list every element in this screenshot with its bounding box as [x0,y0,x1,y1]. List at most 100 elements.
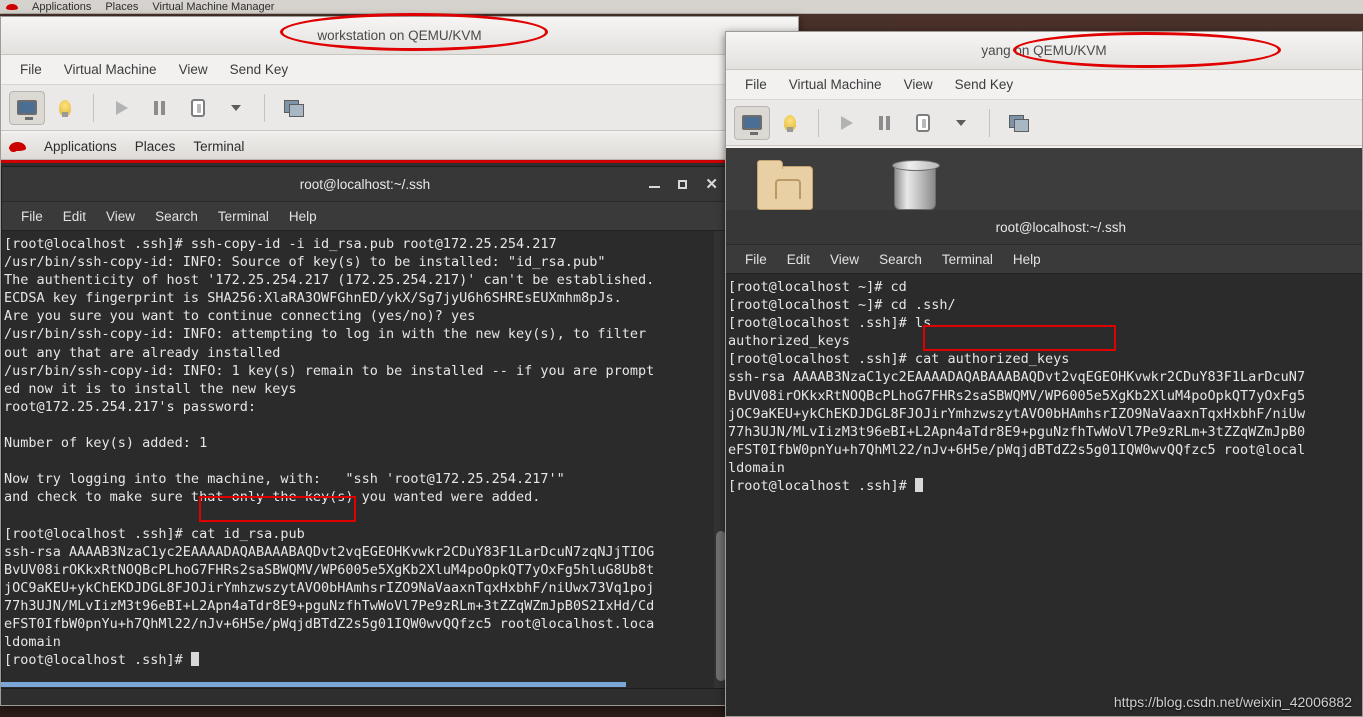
guest-gnome-panel[interactable]: Applications Places Terminal [1,133,798,160]
menu-view[interactable]: View [170,59,217,80]
terminal-line: BvUV08irOKkxRtNOQBcPLhoG7FHRs2saSBWQMV/W… [728,387,1306,404]
guest-screen-workstation[interactable]: Applications Places Terminal root@localh… [1,133,798,705]
pause-button[interactable] [142,91,178,125]
guest-panel-terminal[interactable]: Terminal [193,139,244,154]
menu-view[interactable]: View [895,74,942,95]
terminal-line: [root@localhost .ssh]# cat id_rsa.pub [4,525,305,542]
console-icon [742,115,762,135]
guest-panel-applications[interactable]: Applications [44,139,117,154]
terminal-window-controls[interactable]: ✕ [649,167,718,201]
host-gnome-panel: Applications Places Virtual Machine Mana… [0,0,1363,14]
terminal-line: 77h3UJN/MLvIizM3t96eBI+L2Apn4aTdr8E9+pgu… [4,597,655,614]
menu-file[interactable]: File [11,59,51,80]
terminal-line: [root@localhost .ssh]# ls [728,315,932,332]
pause-button[interactable] [867,106,903,140]
vm-menubar-yang[interactable]: File Virtual Machine View Send Key [726,70,1362,100]
menu-send-key[interactable]: Send Key [221,59,298,80]
terminal-menu-help[interactable]: Help [1004,249,1050,270]
terminal-titlebar-right[interactable]: root@localhost:~/.ssh [726,210,1362,244]
vm-toolbar-yang[interactable] [726,100,1362,146]
vm-window-workstation[interactable]: workstation on QEMU/KVM ✕ File Virtual M… [0,16,799,706]
console-icon [17,100,37,120]
minimize-icon[interactable] [649,180,661,188]
redhat-logo-icon [9,140,26,152]
shutdown-menu-button[interactable] [218,91,254,125]
terminal-line: /usr/bin/ssh-copy-id: INFO: 1 key(s) rem… [4,362,655,379]
terminal-output-left[interactable]: [root@localhost .ssh]# ssh-copy-id -i id… [2,231,728,688]
terminal-output-right[interactable]: [root@localhost ~]# cd [root@localhost ~]… [726,274,1362,714]
snapshots-button[interactable] [275,91,311,125]
terminal-line: Now try logging into the machine, with: … [4,471,565,488]
menu-send-key[interactable]: Send Key [946,74,1023,95]
terminal-menu-file[interactable]: File [12,206,52,227]
shutdown-button[interactable] [905,106,941,140]
details-view-button[interactable] [47,91,83,125]
terminal-menu-terminal[interactable]: Terminal [209,206,278,227]
vm-menubar-workstation[interactable]: File Virtual Machine View Send Key [1,55,798,85]
terminal-line: ldomain [728,459,785,476]
host-panel-applications[interactable]: Applications [32,1,91,13]
vm-window-yang[interactable]: yang on QEMU/KVM File Virtual Machine Vi… [725,31,1363,717]
vm-title-text: yang on QEMU/KVM [981,43,1107,58]
close-icon[interactable]: ✕ [705,175,718,193]
details-view-button[interactable] [772,106,808,140]
terminal-line: /usr/bin/ssh-copy-id: INFO: attempting t… [4,326,647,343]
terminal-menubar-right[interactable]: File Edit View Search Terminal Help [726,244,1362,274]
vm-titlebar-workstation[interactable]: workstation on QEMU/KVM ✕ [1,17,798,55]
terminal-menu-help[interactable]: Help [280,206,326,227]
terminal-line: authorized_keys [728,333,850,350]
power-icon [191,98,205,117]
toolbar-separator-2 [264,93,265,122]
terminal-line: eFST0IfbW0pnYu+h7QhMl22/nJv+6H5e/pWqjdBT… [4,615,655,632]
vm-horizontal-scrollbar[interactable] [1,681,798,689]
scrollbar-thumb[interactable] [1,682,626,687]
vm-toolbar-workstation[interactable] [1,85,798,131]
console-view-button[interactable] [9,90,45,125]
terminal-menu-file[interactable]: File [736,249,776,270]
shutdown-menu-button[interactable] [943,106,979,140]
terminal-menu-edit[interactable]: Edit [54,206,95,227]
maximize-icon[interactable] [678,179,688,189]
terminal-menu-terminal[interactable]: Terminal [933,249,1002,270]
terminal-menu-edit[interactable]: Edit [778,249,819,270]
menu-virtual-machine[interactable]: Virtual Machine [780,74,891,95]
terminal-menu-view[interactable]: View [821,249,868,270]
terminal-line: BvUV08irOKkxRtNOQBcPLhoG7FHRs2saSBWQMV/W… [4,561,655,578]
terminal-line: jOC9aKEU+ykChEKDJDGL8FJOJirYmhzwszytAVO0… [728,405,1306,422]
vm-titlebar-yang[interactable]: yang on QEMU/KVM [726,32,1362,70]
run-button[interactable] [104,91,140,125]
terminal-line: [root@localhost .ssh]# [728,477,1362,495]
lightbulb-icon [59,99,71,117]
shutdown-button[interactable] [180,91,216,125]
toolbar-separator [93,93,94,122]
terminal-cursor [190,652,199,667]
terminal-menu-search[interactable]: Search [146,206,207,227]
terminal-line: [root@localhost .ssh]# cat authorized_ke… [728,351,1070,368]
terminal-window-left[interactable]: root@localhost:~/.ssh ✕ File Edit View S… [1,166,729,689]
host-panel-vmm[interactable]: Virtual Machine Manager [152,1,274,13]
terminal-line: jOC9aKEU+ykChEKDJDGL8FJOJirYmhzwszytAVO0… [4,579,655,596]
console-view-button[interactable] [734,105,770,140]
terminal-line: ssh-rsa AAAAB3NzaC1yc2EAAAADAQABAAABAQDv… [4,543,655,560]
terminal-window-right[interactable]: root@localhost:~/.ssh File Edit View Sea… [726,210,1362,716]
terminal-menubar-left[interactable]: File Edit View Search Terminal Help [2,201,728,231]
host-panel-places[interactable]: Places [105,1,138,13]
terminal-line: The authenticity of host '172.25.254.217… [4,272,655,289]
terminal-line: [root@localhost ~]# cd .ssh/ [728,297,956,314]
trash-icon [876,152,954,210]
snapshots-button[interactable] [1000,106,1036,140]
run-button[interactable] [829,106,865,140]
menu-file[interactable]: File [736,74,776,95]
terminal-menu-view[interactable]: View [97,206,144,227]
terminal-line: ssh-rsa AAAAB3NzaC1yc2EAAAADAQABAAABAQDv… [728,369,1306,386]
guest-screen-yang[interactable]: root Trash root@localhost:~/.ssh File Ed… [726,148,1362,716]
terminal-titlebar-left[interactable]: root@localhost:~/.ssh ✕ [2,167,728,201]
guest-panel-places[interactable]: Places [135,139,176,154]
home-folder-icon [746,152,824,210]
terminal-menu-search[interactable]: Search [870,249,931,270]
menu-virtual-machine[interactable]: Virtual Machine [55,59,166,80]
terminal-line: eFST0IfbW0pnYu+h7QhMl22/nJv+6H5e/pWqjdBT… [728,441,1306,458]
lightbulb-icon [784,114,796,132]
